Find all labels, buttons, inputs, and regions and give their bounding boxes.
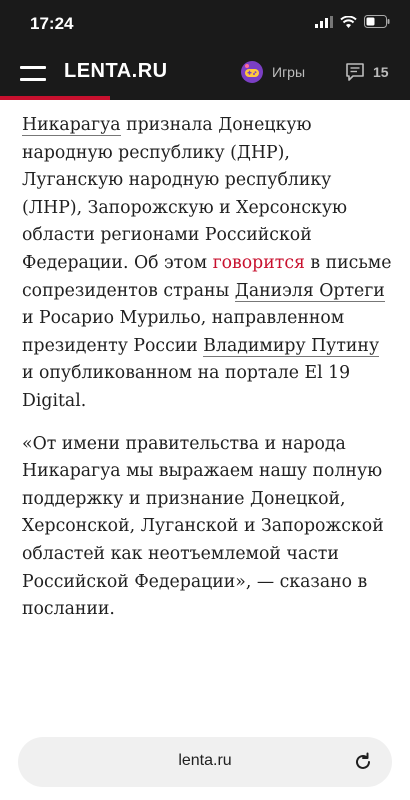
link-source[interactable]: говорится	[213, 253, 305, 273]
comments-count: 15	[373, 64, 389, 80]
battery-icon	[364, 15, 390, 28]
reload-icon[interactable]	[352, 751, 374, 773]
article-paragraph: Никарагуа признала Донецкую народную рес…	[22, 112, 394, 416]
gamepad-icon	[241, 61, 263, 83]
comment-icon	[346, 63, 364, 81]
article-quote-paragraph: «От имени правительства и народа Никараг…	[22, 433, 384, 620]
paragraph-text: и опубликованном на портале El 19 Digita…	[22, 363, 351, 411]
link-nicaragua[interactable]: Никарагуа	[22, 115, 121, 136]
games-label: Игры	[272, 64, 306, 80]
browser-address-bar[interactable]: lenta.ru	[18, 737, 392, 787]
status-icons	[315, 15, 390, 28]
comments-button[interactable]: 15	[345, 62, 389, 82]
link-putin[interactable]: Владимиру Путину	[203, 335, 380, 357]
wifi-icon	[340, 15, 357, 28]
url-text[interactable]: lenta.ru	[18, 752, 392, 770]
games-link[interactable]: Игры	[240, 60, 305, 84]
site-logo[interactable]: LENTA.RU	[64, 60, 168, 83]
status-bar: 17:24	[0, 0, 410, 46]
article-body: Никарагуа признала Донецкую народную рес…	[22, 112, 394, 639]
header-accent-bar	[0, 96, 110, 100]
hamburger-menu-icon[interactable]	[20, 66, 46, 82]
status-time: 17:24	[30, 14, 74, 33]
cellular-signal-icon	[315, 15, 333, 28]
paragraph-text: признала Донецкую народную республику (Д…	[22, 115, 348, 273]
link-ortega[interactable]: Даниэля Ортеги	[234, 280, 385, 302]
